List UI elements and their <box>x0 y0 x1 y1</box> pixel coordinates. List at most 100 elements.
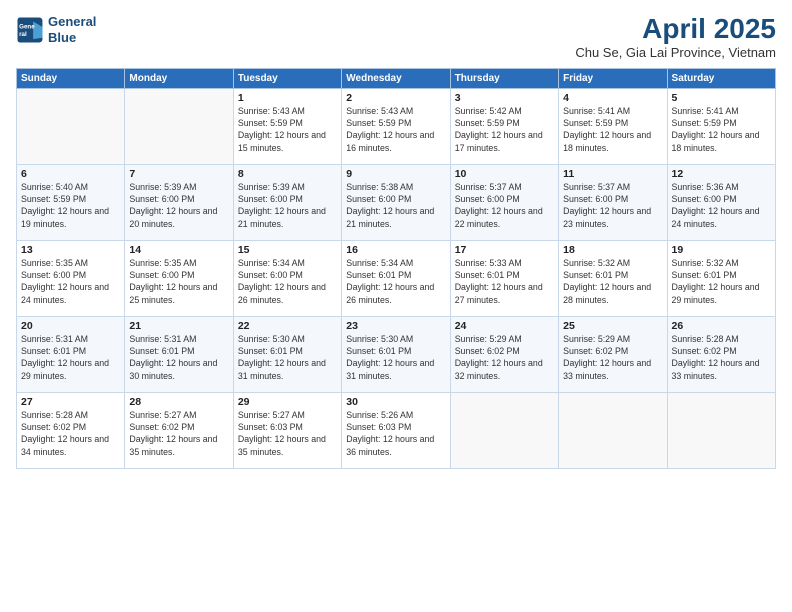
calendar-cell: 25Sunrise: 5:29 AM Sunset: 6:02 PM Dayli… <box>559 316 667 392</box>
day-number: 9 <box>346 168 445 180</box>
calendar-cell: 4Sunrise: 5:41 AM Sunset: 5:59 PM Daylig… <box>559 88 667 164</box>
day-info: Sunrise: 5:40 AM Sunset: 5:59 PM Dayligh… <box>21 181 120 230</box>
calendar-cell: 18Sunrise: 5:32 AM Sunset: 6:01 PM Dayli… <box>559 240 667 316</box>
calendar-cell: 28Sunrise: 5:27 AM Sunset: 6:02 PM Dayli… <box>125 392 233 468</box>
day-number: 20 <box>21 320 120 332</box>
calendar-cell: 6Sunrise: 5:40 AM Sunset: 5:59 PM Daylig… <box>17 164 125 240</box>
weekday-header-wednesday: Wednesday <box>342 68 450 88</box>
calendar-cell: 22Sunrise: 5:30 AM Sunset: 6:01 PM Dayli… <box>233 316 341 392</box>
day-number: 30 <box>346 396 445 408</box>
calendar-week-3: 13Sunrise: 5:35 AM Sunset: 6:00 PM Dayli… <box>17 240 776 316</box>
calendar-cell: 19Sunrise: 5:32 AM Sunset: 6:01 PM Dayli… <box>667 240 775 316</box>
day-number: 26 <box>672 320 771 332</box>
day-info: Sunrise: 5:30 AM Sunset: 6:01 PM Dayligh… <box>346 333 445 382</box>
calendar-cell: 11Sunrise: 5:37 AM Sunset: 6:00 PM Dayli… <box>559 164 667 240</box>
logo-text: General Blue <box>48 14 96 45</box>
day-info: Sunrise: 5:43 AM Sunset: 5:59 PM Dayligh… <box>238 105 337 154</box>
calendar-cell: 1Sunrise: 5:43 AM Sunset: 5:59 PM Daylig… <box>233 88 341 164</box>
page: Gene ral General Blue April 2025 Chu Se,… <box>0 0 792 612</box>
day-number: 10 <box>455 168 554 180</box>
calendar-cell <box>667 392 775 468</box>
calendar-cell: 14Sunrise: 5:35 AM Sunset: 6:00 PM Dayli… <box>125 240 233 316</box>
calendar-cell: 13Sunrise: 5:35 AM Sunset: 6:00 PM Dayli… <box>17 240 125 316</box>
day-info: Sunrise: 5:28 AM Sunset: 6:02 PM Dayligh… <box>672 333 771 382</box>
day-number: 21 <box>129 320 228 332</box>
day-info: Sunrise: 5:38 AM Sunset: 6:00 PM Dayligh… <box>346 181 445 230</box>
calendar-cell: 23Sunrise: 5:30 AM Sunset: 6:01 PM Dayli… <box>342 316 450 392</box>
day-number: 17 <box>455 244 554 256</box>
weekday-header-saturday: Saturday <box>667 68 775 88</box>
day-number: 24 <box>455 320 554 332</box>
day-info: Sunrise: 5:35 AM Sunset: 6:00 PM Dayligh… <box>21 257 120 306</box>
calendar-cell: 7Sunrise: 5:39 AM Sunset: 6:00 PM Daylig… <box>125 164 233 240</box>
calendar-cell: 5Sunrise: 5:41 AM Sunset: 5:59 PM Daylig… <box>667 88 775 164</box>
day-info: Sunrise: 5:34 AM Sunset: 6:01 PM Dayligh… <box>346 257 445 306</box>
day-info: Sunrise: 5:32 AM Sunset: 6:01 PM Dayligh… <box>672 257 771 306</box>
calendar-cell: 29Sunrise: 5:27 AM Sunset: 6:03 PM Dayli… <box>233 392 341 468</box>
calendar-week-1: 1Sunrise: 5:43 AM Sunset: 5:59 PM Daylig… <box>17 88 776 164</box>
day-info: Sunrise: 5:31 AM Sunset: 6:01 PM Dayligh… <box>129 333 228 382</box>
header: Gene ral General Blue April 2025 Chu Se,… <box>16 14 776 60</box>
day-info: Sunrise: 5:30 AM Sunset: 6:01 PM Dayligh… <box>238 333 337 382</box>
calendar-cell: 24Sunrise: 5:29 AM Sunset: 6:02 PM Dayli… <box>450 316 558 392</box>
calendar-cell: 17Sunrise: 5:33 AM Sunset: 6:01 PM Dayli… <box>450 240 558 316</box>
calendar-cell: 26Sunrise: 5:28 AM Sunset: 6:02 PM Dayli… <box>667 316 775 392</box>
calendar-cell: 16Sunrise: 5:34 AM Sunset: 6:01 PM Dayli… <box>342 240 450 316</box>
day-info: Sunrise: 5:42 AM Sunset: 5:59 PM Dayligh… <box>455 105 554 154</box>
day-info: Sunrise: 5:27 AM Sunset: 6:03 PM Dayligh… <box>238 409 337 458</box>
calendar-week-4: 20Sunrise: 5:31 AM Sunset: 6:01 PM Dayli… <box>17 316 776 392</box>
day-number: 25 <box>563 320 662 332</box>
weekday-header-sunday: Sunday <box>17 68 125 88</box>
calendar-week-5: 27Sunrise: 5:28 AM Sunset: 6:02 PM Dayli… <box>17 392 776 468</box>
day-info: Sunrise: 5:27 AM Sunset: 6:02 PM Dayligh… <box>129 409 228 458</box>
calendar-cell: 12Sunrise: 5:36 AM Sunset: 6:00 PM Dayli… <box>667 164 775 240</box>
day-info: Sunrise: 5:41 AM Sunset: 5:59 PM Dayligh… <box>563 105 662 154</box>
day-info: Sunrise: 5:29 AM Sunset: 6:02 PM Dayligh… <box>455 333 554 382</box>
calendar-cell: 20Sunrise: 5:31 AM Sunset: 6:01 PM Dayli… <box>17 316 125 392</box>
svg-text:ral: ral <box>19 31 27 38</box>
calendar-cell: 3Sunrise: 5:42 AM Sunset: 5:59 PM Daylig… <box>450 88 558 164</box>
calendar-cell: 27Sunrise: 5:28 AM Sunset: 6:02 PM Dayli… <box>17 392 125 468</box>
weekday-header-thursday: Thursday <box>450 68 558 88</box>
calendar-cell <box>17 88 125 164</box>
day-number: 18 <box>563 244 662 256</box>
day-info: Sunrise: 5:37 AM Sunset: 6:00 PM Dayligh… <box>563 181 662 230</box>
day-info: Sunrise: 5:31 AM Sunset: 6:01 PM Dayligh… <box>21 333 120 382</box>
month-title: April 2025 <box>575 14 776 45</box>
day-info: Sunrise: 5:28 AM Sunset: 6:02 PM Dayligh… <box>21 409 120 458</box>
day-info: Sunrise: 5:39 AM Sunset: 6:00 PM Dayligh… <box>129 181 228 230</box>
day-info: Sunrise: 5:29 AM Sunset: 6:02 PM Dayligh… <box>563 333 662 382</box>
day-info: Sunrise: 5:33 AM Sunset: 6:01 PM Dayligh… <box>455 257 554 306</box>
calendar-cell <box>125 88 233 164</box>
subtitle: Chu Se, Gia Lai Province, Vietnam <box>575 45 776 60</box>
day-number: 13 <box>21 244 120 256</box>
day-number: 15 <box>238 244 337 256</box>
day-info: Sunrise: 5:41 AM Sunset: 5:59 PM Dayligh… <box>672 105 771 154</box>
calendar-cell: 21Sunrise: 5:31 AM Sunset: 6:01 PM Dayli… <box>125 316 233 392</box>
day-info: Sunrise: 5:37 AM Sunset: 6:00 PM Dayligh… <box>455 181 554 230</box>
svg-text:Gene: Gene <box>19 23 35 30</box>
day-number: 11 <box>563 168 662 180</box>
weekday-header-row: SundayMondayTuesdayWednesdayThursdayFrid… <box>17 68 776 88</box>
day-number: 2 <box>346 92 445 104</box>
calendar-cell: 8Sunrise: 5:39 AM Sunset: 6:00 PM Daylig… <box>233 164 341 240</box>
day-number: 8 <box>238 168 337 180</box>
day-number: 12 <box>672 168 771 180</box>
calendar-cell: 10Sunrise: 5:37 AM Sunset: 6:00 PM Dayli… <box>450 164 558 240</box>
weekday-header-friday: Friday <box>559 68 667 88</box>
day-number: 28 <box>129 396 228 408</box>
day-info: Sunrise: 5:34 AM Sunset: 6:00 PM Dayligh… <box>238 257 337 306</box>
day-number: 7 <box>129 168 228 180</box>
calendar-cell: 2Sunrise: 5:43 AM Sunset: 5:59 PM Daylig… <box>342 88 450 164</box>
weekday-header-tuesday: Tuesday <box>233 68 341 88</box>
calendar-cell: 15Sunrise: 5:34 AM Sunset: 6:00 PM Dayli… <box>233 240 341 316</box>
day-number: 6 <box>21 168 120 180</box>
day-number: 29 <box>238 396 337 408</box>
day-number: 19 <box>672 244 771 256</box>
day-number: 27 <box>21 396 120 408</box>
day-number: 23 <box>346 320 445 332</box>
calendar-table: SundayMondayTuesdayWednesdayThursdayFrid… <box>16 68 776 469</box>
day-number: 3 <box>455 92 554 104</box>
calendar-cell <box>559 392 667 468</box>
calendar-cell: 9Sunrise: 5:38 AM Sunset: 6:00 PM Daylig… <box>342 164 450 240</box>
